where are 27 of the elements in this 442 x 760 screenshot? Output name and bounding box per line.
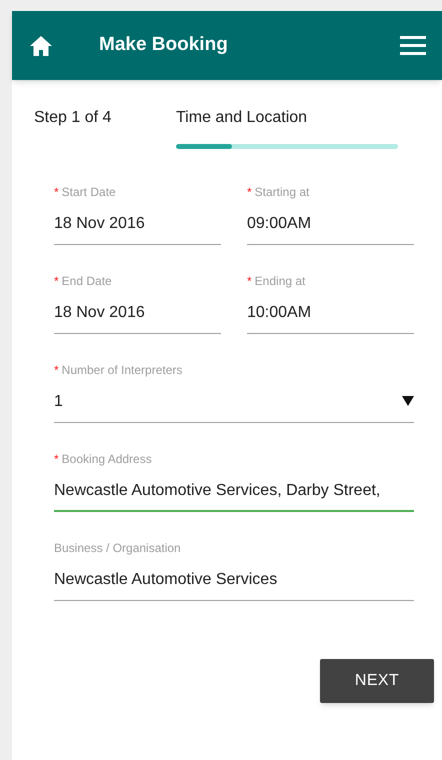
step-counter: Step 1 of 4 <box>34 108 112 128</box>
next-button[interactable]: NEXT <box>320 659 434 703</box>
input-field[interactable]: Newcastle Automotive Services, Darby Street, <box>54 479 414 512</box>
dropdown-arrow-icon <box>402 396 414 406</box>
required-asterisk: * <box>247 184 252 201</box>
field-label: Business / Organisation <box>54 540 181 557</box>
field-label: Ending at <box>254 273 306 290</box>
field-label: Booking Address <box>62 451 152 468</box>
input-field[interactable]: Newcastle Automotive Services <box>54 568 414 601</box>
required-asterisk: * <box>54 362 59 379</box>
app-title: Make Booking <box>99 33 228 58</box>
input-field[interactable]: 09:00AM <box>247 212 414 245</box>
field-label: Starting at <box>254 184 310 201</box>
home-icon[interactable] <box>29 34 53 56</box>
menu-icon[interactable] <box>400 36 426 55</box>
field-label: End Date <box>62 273 112 290</box>
required-asterisk: * <box>54 184 59 201</box>
required-asterisk: * <box>247 273 252 290</box>
required-asterisk: * <box>54 451 59 468</box>
step-title: Time and Location <box>176 108 308 128</box>
field-label: Start Date <box>62 184 116 201</box>
input-field[interactable]: 18 Nov 2016 <box>54 212 221 245</box>
input-field[interactable]: 10:00AM <box>247 301 414 334</box>
dropdown-field[interactable]: 1 <box>54 390 414 423</box>
required-asterisk: * <box>54 273 59 290</box>
input-field[interactable]: 18 Nov 2016 <box>54 301 221 334</box>
field-label: Number of Interpreters <box>62 362 182 379</box>
